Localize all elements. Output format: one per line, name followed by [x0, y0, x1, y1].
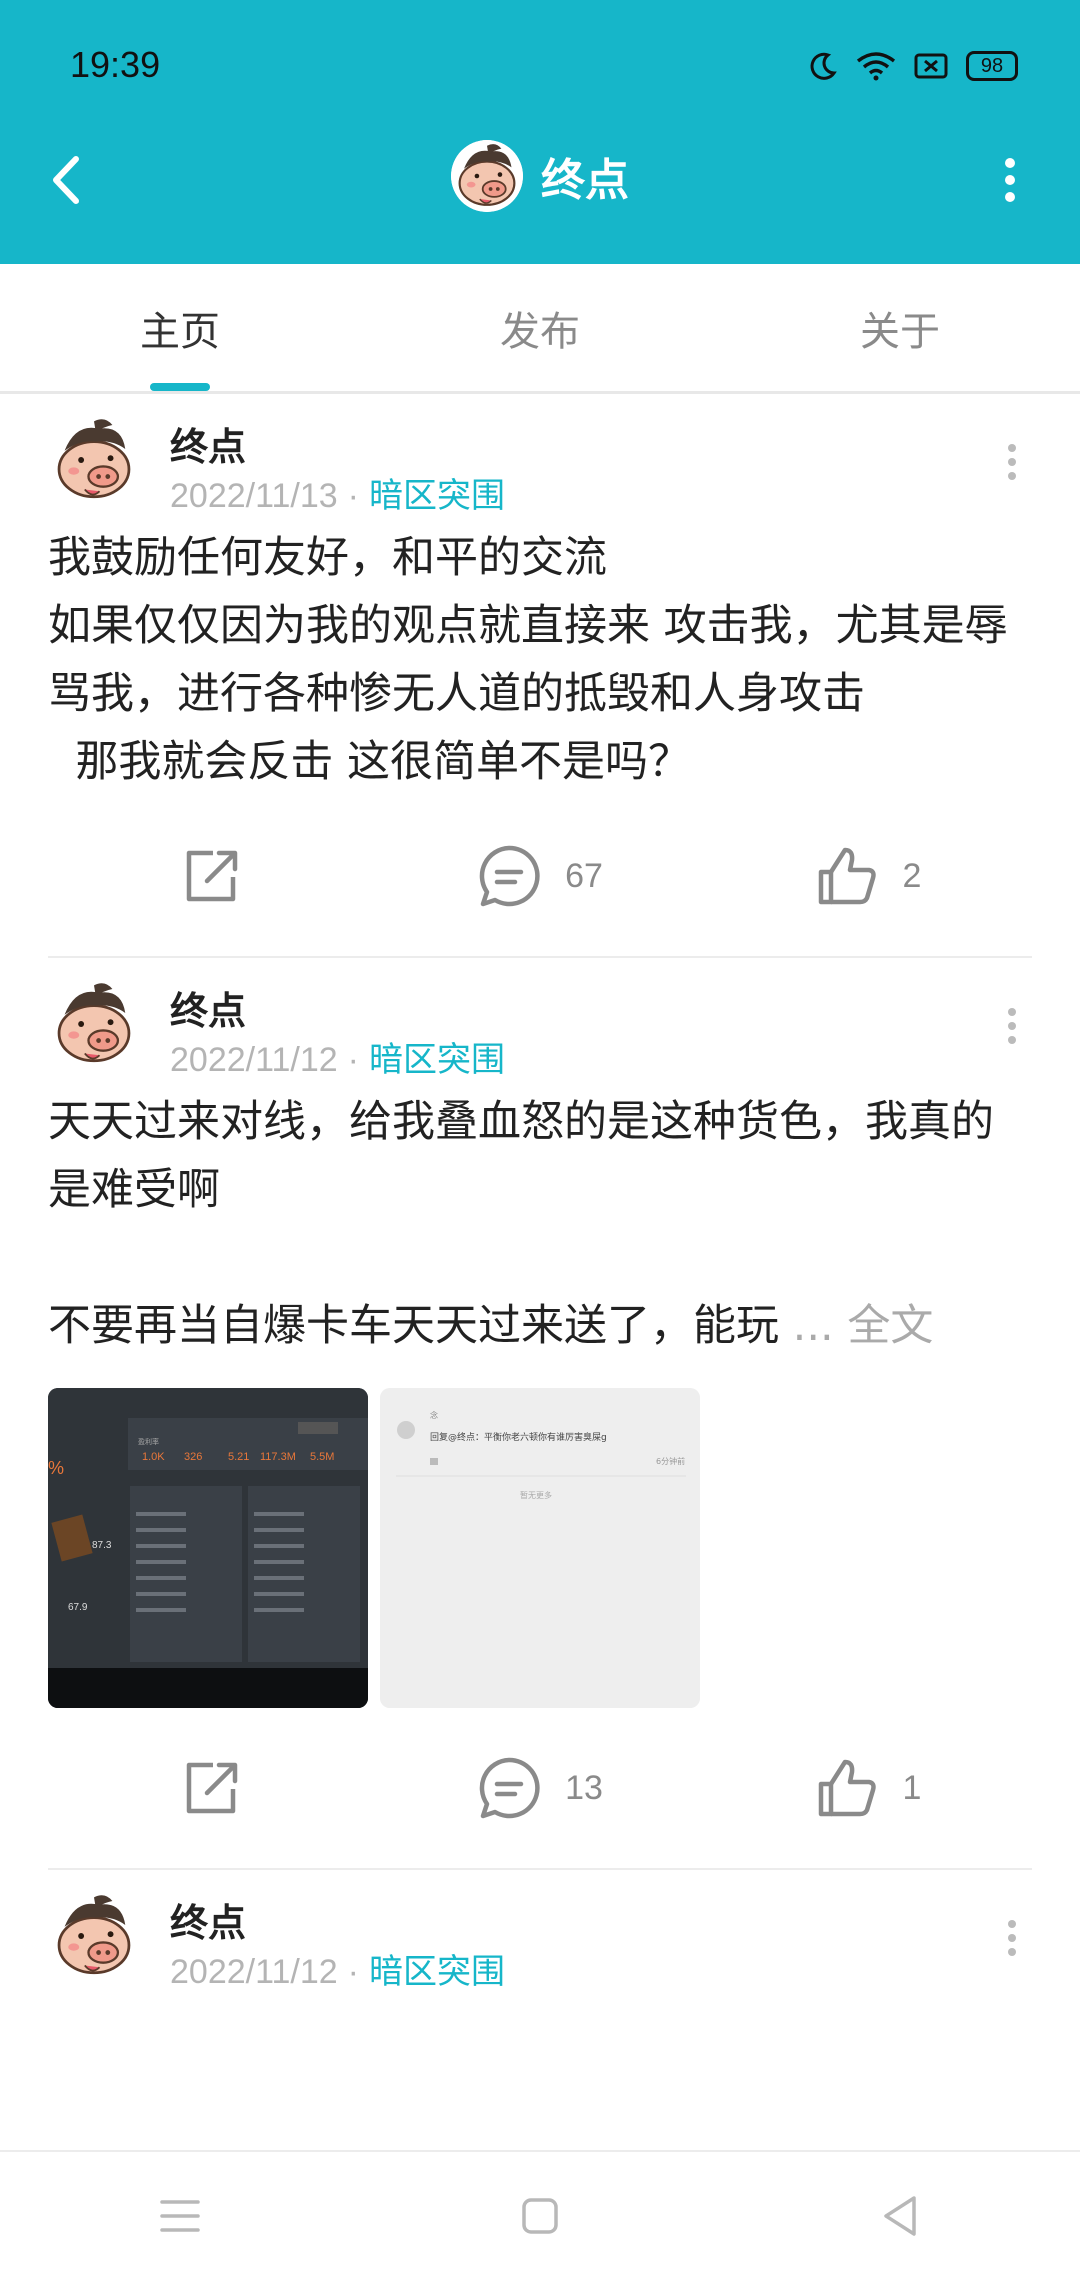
stat-value: 117.3M [260, 1451, 296, 1463]
meta-separator: · [347, 1041, 359, 1079]
header-title-group: 终点 [0, 140, 1080, 212]
wifi-icon [856, 51, 896, 81]
status-icons: 98 [808, 46, 1018, 86]
more-options-button[interactable] [990, 150, 1030, 210]
post-header: 终点 2022/11/12 · 暗区突围 [48, 1870, 1032, 2000]
tab-bar: 主页 发布 关于 [0, 264, 1080, 394]
post-date: 2022/11/12 [170, 1953, 338, 1991]
menu-nav-button[interactable] [140, 2176, 220, 2256]
svg-text:念: 念 [430, 1410, 438, 1420]
post-more-icon[interactable] [1002, 442, 1022, 482]
share-button[interactable] [48, 845, 376, 907]
home-nav-button[interactable] [500, 2176, 580, 2256]
sim-icon [914, 51, 948, 81]
meta-separator: · [347, 1953, 359, 1991]
post-date: 2022/11/12 [170, 1041, 338, 1079]
comment-count: 67 [565, 856, 603, 895]
post-meta: 2022/11/12 · 暗区突围 [170, 1944, 505, 1993]
left-value: 87.3 [92, 1540, 112, 1551]
image-thumbnail[interactable]: 盈利率 1.0K 326 5.21 117.3M 5.5M % 87.3 67.… [48, 1388, 368, 1708]
post-header: 终点 2022/11/12 · 暗区突围 [48, 958, 1032, 1088]
tab-active-indicator [150, 383, 210, 391]
avatar[interactable] [48, 414, 140, 506]
post-text[interactable]: 天天过来对线，给我叠血怒的是这种货色，我真的是难受啊 不要再当自爆卡车天天过来送… [48, 1088, 1032, 1360]
left-value: 67.9 [68, 1602, 88, 1613]
comment-icon [479, 1757, 540, 1819]
post-more-icon[interactable] [1002, 1918, 1022, 1958]
post-card[interactable]: 终点 2022/11/12 · 暗区突围 天天过来对线，给我叠血怒的是这种货色，我真… [0, 958, 1080, 1870]
page-title: 终点 [541, 155, 629, 206]
post-card[interactable]: 终点 2022/11/12 · 暗区突围 [0, 1870, 1080, 2000]
post-topic-link[interactable]: 暗区突围 [369, 1952, 505, 1992]
read-more-link[interactable]: ... 全文 [793, 1301, 934, 1351]
like-button[interactable]: 2 [704, 844, 1032, 908]
tab-publish-label: 发布 [500, 308, 580, 355]
post-date: 2022/11/13 [170, 477, 338, 515]
svg-text:盈利率: 盈利率 [138, 1437, 159, 1446]
stat-value: 5.5M [310, 1451, 334, 1463]
post-images: 盈利率 1.0K 326 5.21 117.3M 5.5M % 87.3 67.… [48, 1388, 1032, 1708]
status-time: 19:39 [70, 44, 161, 85]
meta-separator: · [347, 477, 359, 515]
like-button[interactable]: 1 [704, 1756, 1032, 1820]
post-topic-link[interactable]: 暗区突围 [369, 476, 505, 516]
tab-home-label: 主页 [140, 308, 220, 355]
post-topic-link[interactable]: 暗区突围 [369, 1040, 505, 1080]
tab-publish[interactable]: 发布 [360, 264, 720, 391]
comment-button[interactable]: 67 [376, 844, 704, 908]
comment-count: 13 [565, 1768, 603, 1807]
share-button[interactable] [48, 1757, 376, 1819]
post-card[interactable]: 终点 2022/11/13 · 暗区突围 我鼓励任何友好，和平的交流 如果仅仅因为我… [0, 394, 1080, 958]
svg-text:%: % [48, 1458, 64, 1478]
like-count: 1 [902, 1768, 922, 1807]
like-count: 2 [902, 856, 922, 895]
author-name[interactable]: 终点 [170, 1892, 246, 1947]
tab-about-label: 关于 [860, 308, 940, 355]
image-thumbnail[interactable]: 念 回复@终点：平衡你老六顿你有谁厉害臭屎g 6分钟前 暂无更多 [380, 1388, 700, 1708]
avatar[interactable] [48, 978, 140, 1070]
like-icon [818, 847, 876, 905]
tab-about[interactable]: 关于 [720, 264, 1080, 391]
post-feed: 终点 2022/11/13 · 暗区突围 我鼓励任何友好，和平的交流 如果仅仅因为我… [0, 394, 1080, 2000]
post-actions: 67 2 [48, 796, 1032, 956]
moon-icon [808, 51, 838, 81]
like-icon [818, 1759, 876, 1817]
tab-home[interactable]: 主页 [0, 264, 360, 391]
comment-icon [479, 845, 540, 907]
app-header: 19:39 98 终点 [0, 0, 1080, 264]
post-meta: 2022/11/12 · 暗区突围 [170, 1032, 505, 1081]
battery-indicator: 98 [966, 51, 1018, 81]
post-more-icon[interactable] [1002, 1006, 1022, 1046]
no-more-text: 暂无更多 [520, 1490, 552, 1500]
share-icon [186, 850, 238, 902]
menu-icon [160, 2200, 200, 2232]
stat-value: 326 [184, 1451, 202, 1463]
back-triangle-icon [884, 2196, 916, 2236]
stat-value: 1.0K [142, 1451, 165, 1463]
more-vertical-icon [1005, 158, 1015, 202]
post-meta: 2022/11/13 · 暗区突围 [170, 468, 505, 517]
header-avatar [451, 140, 523, 212]
system-nav-bar [0, 2150, 1080, 2280]
stat-value: 5.21 [228, 1451, 249, 1463]
reply-text: 回复@终点：平衡你老六顿你有谁厉害臭屎g [430, 1431, 607, 1443]
post-text[interactable]: 我鼓励任何友好，和平的交流 如果仅仅因为我的观点就直接来 攻击我，尤其是辱骂我，… [48, 524, 1032, 796]
author-name[interactable]: 终点 [170, 416, 246, 471]
post-actions: 13 1 [48, 1708, 1032, 1868]
comment-button[interactable]: 13 [376, 1756, 704, 1820]
author-name[interactable]: 终点 [170, 980, 246, 1035]
home-icon [522, 2198, 558, 2234]
share-icon [186, 1762, 238, 1814]
post-header: 终点 2022/11/13 · 暗区突围 [48, 394, 1032, 524]
time-ago: 6分钟前 [656, 1456, 685, 1466]
back-nav-button[interactable] [860, 2176, 940, 2256]
avatar[interactable] [48, 1890, 140, 1982]
